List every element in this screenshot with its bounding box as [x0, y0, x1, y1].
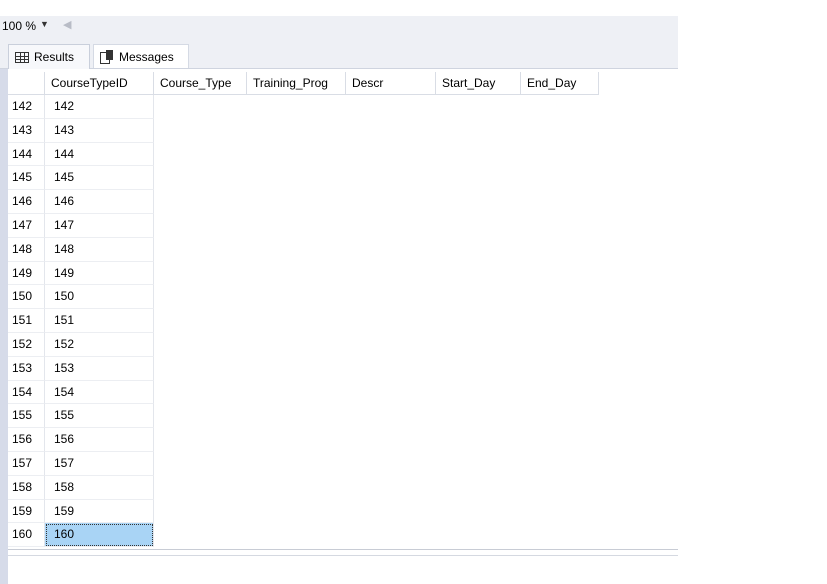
cell-coursetypeid[interactable]: 149: [45, 261, 154, 286]
tab-messages-label: Messages: [119, 49, 174, 64]
row-number[interactable]: 148: [8, 237, 45, 262]
column-header-course-type[interactable]: Course_Type: [154, 72, 247, 95]
tab-results[interactable]: Results: [8, 44, 90, 69]
table-row[interactable]: 145 145: [8, 166, 154, 191]
splitter-line[interactable]: [8, 555, 678, 556]
cell-coursetypeid[interactable]: 146: [45, 190, 154, 214]
grid-header: CourseTypeID Course_Type Training_Prog D…: [8, 72, 599, 95]
cell-coursetypeid[interactable]: 142: [45, 95, 154, 119]
row-number[interactable]: 147: [8, 213, 45, 238]
row-number[interactable]: 156: [8, 428, 45, 452]
table-row[interactable]: 159 159: [8, 499, 154, 524]
grid-icon: [15, 51, 29, 63]
table-row[interactable]: 154 154: [8, 380, 154, 405]
cell-coursetypeid[interactable]: 154: [45, 380, 154, 405]
row-number[interactable]: 149: [8, 261, 45, 286]
zoom-bar: [0, 16, 678, 38]
column-header-start-day[interactable]: Start_Day: [436, 72, 521, 95]
cell-coursetypeid[interactable]: 151: [45, 309, 154, 333]
table-row[interactable]: 147 147: [8, 213, 154, 238]
cell-coursetypeid[interactable]: 155: [45, 404, 154, 429]
table-row[interactable]: 143 143: [8, 118, 154, 143]
table-row[interactable]: 146 146: [8, 190, 154, 214]
row-number[interactable]: 154: [8, 380, 45, 405]
table-row[interactable]: 148 148: [8, 237, 154, 262]
table-row[interactable]: 150 150: [8, 285, 154, 310]
cell-coursetypeid[interactable]: 158: [45, 475, 154, 500]
query-toolbar: [0, 0, 678, 38]
row-number[interactable]: 152: [8, 332, 45, 357]
table-row[interactable]: 158 158: [8, 475, 154, 500]
cell-coursetypeid[interactable]: 144: [45, 142, 154, 167]
grid-bottom-border: [8, 549, 678, 550]
column-header-coursetypeid[interactable]: CourseTypeID: [45, 72, 154, 95]
table-row[interactable]: 155 155: [8, 404, 154, 429]
table-row[interactable]: 142 142: [8, 95, 154, 119]
row-number[interactable]: 157: [8, 451, 45, 476]
cell-coursetypeid[interactable]: 148: [45, 237, 154, 262]
row-number[interactable]: 146: [8, 190, 45, 214]
row-number[interactable]: 144: [8, 142, 45, 167]
grid-rows: 142 142 143 143 144 144 145 145 146 146 147 147 148 1…: [8, 95, 154, 548]
row-number[interactable]: 150: [8, 285, 45, 310]
column-header-descr[interactable]: Descr: [346, 72, 436, 95]
cell-coursetypeid[interactable]: 157: [45, 451, 154, 476]
row-number[interactable]: 153: [8, 356, 45, 381]
row-number[interactable]: 155: [8, 404, 45, 429]
messages-icon: [100, 50, 114, 64]
row-number[interactable]: 159: [8, 499, 45, 524]
cell-coursetypeid[interactable]: 156: [45, 428, 154, 452]
row-number[interactable]: 145: [8, 166, 45, 191]
cell-coursetypeid[interactable]: 152: [45, 332, 154, 357]
row-number[interactable]: 160: [8, 523, 45, 548]
tab-messages[interactable]: Messages: [93, 44, 189, 68]
cell-coursetypeid[interactable]: 145: [45, 166, 154, 191]
table-row[interactable]: 151 151: [8, 309, 154, 333]
row-number-header[interactable]: [8, 72, 45, 95]
row-number[interactable]: 151: [8, 309, 45, 333]
cell-coursetypeid[interactable]: 150: [45, 285, 154, 310]
zoom-level[interactable]: 100 %: [2, 19, 36, 33]
zoom-dropdown-icon[interactable]: ▼: [40, 19, 49, 29]
column-header-training-prog[interactable]: Training_Prog: [247, 72, 346, 95]
table-row[interactable]: 152 152: [8, 332, 154, 357]
cell-coursetypeid[interactable]: 147: [45, 213, 154, 238]
column-header-end-day[interactable]: End_Day: [521, 72, 599, 95]
cell-coursetypeid[interactable]: 143: [45, 118, 154, 143]
table-row[interactable]: 156 156: [8, 428, 154, 452]
row-number[interactable]: 143: [8, 118, 45, 143]
row-number[interactable]: 158: [8, 475, 45, 500]
row-number[interactable]: 142: [8, 95, 45, 119]
scroll-left-icon[interactable]: ◀: [63, 18, 71, 31]
table-row[interactable]: 160 160: [8, 523, 154, 548]
cell-coursetypeid[interactable]: 153: [45, 356, 154, 381]
cell-coursetypeid[interactable]: 160: [45, 523, 154, 548]
tab-results-label: Results: [34, 50, 75, 64]
table-row[interactable]: 144 144: [8, 142, 154, 167]
table-row[interactable]: 149 149: [8, 261, 154, 286]
left-gutter: [0, 0, 8, 584]
table-row[interactable]: 153 153: [8, 356, 154, 381]
cell-coursetypeid[interactable]: 159: [45, 499, 154, 524]
table-row[interactable]: 157 157: [8, 451, 154, 476]
